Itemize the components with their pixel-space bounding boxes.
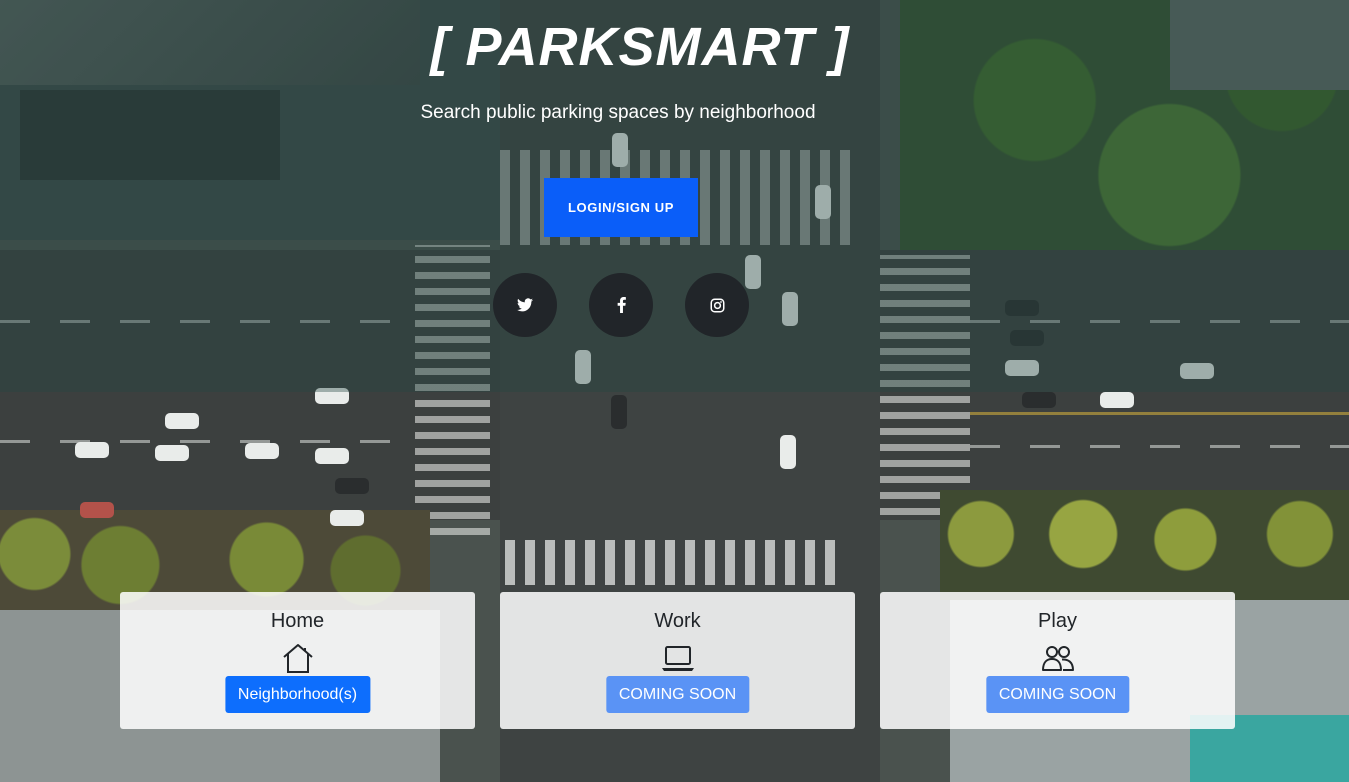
house-icon <box>282 644 313 673</box>
work-coming-soon-button[interactable]: COMING SOON <box>605 676 750 713</box>
people-icon <box>1041 646 1074 671</box>
twitter-button[interactable] <box>493 273 557 337</box>
card-title: Work <box>654 610 701 632</box>
instagram-button[interactable] <box>685 273 749 337</box>
neighborhoods-button[interactable]: Neighborhood(s) <box>224 676 371 713</box>
laptop-icon <box>661 646 694 671</box>
play-coming-soon-button[interactable]: COMING SOON <box>985 676 1130 713</box>
landing-page: [ PARKSMART ] Search public parking spac… <box>0 0 1349 782</box>
play-card: Play COMING SOON <box>880 592 1235 729</box>
card-title: Play <box>1038 610 1077 632</box>
brand-title: [ PARKSMART ] <box>430 17 850 77</box>
facebook-button[interactable] <box>589 273 653 337</box>
home-card: Home Neighborhood(s) <box>120 592 475 729</box>
login-signup-button[interactable]: LOGIN/SIGN UP <box>544 178 698 237</box>
tagline: Search public parking spaces by neighbor… <box>420 102 816 123</box>
work-card: Work COMING SOON <box>500 592 855 729</box>
card-title: Home <box>270 610 325 632</box>
instagram-icon <box>710 298 724 312</box>
facebook-icon <box>617 297 626 313</box>
twitter-icon <box>517 298 533 312</box>
